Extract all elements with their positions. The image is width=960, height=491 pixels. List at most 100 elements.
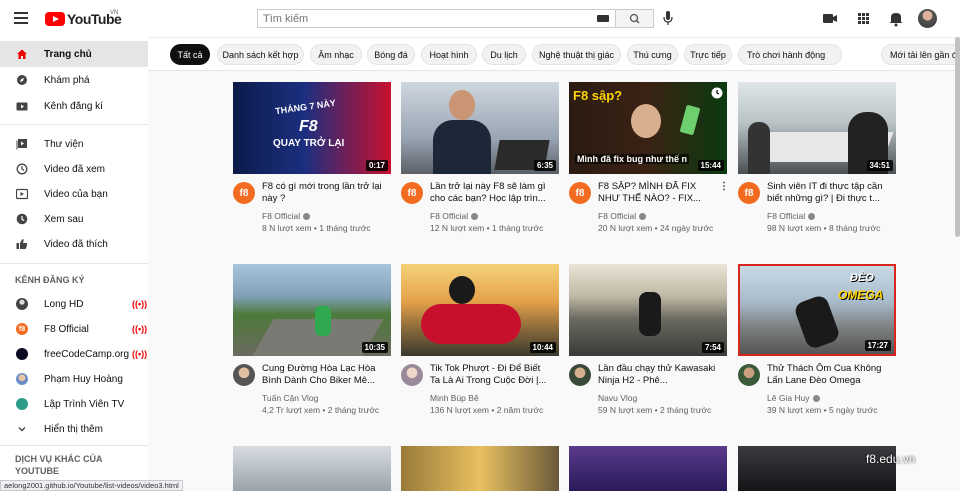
sidebar-item-label: Video đã xem xyxy=(44,163,105,175)
channel-name[interactable]: Lê Gia Huy xyxy=(767,393,820,403)
channel-name-text: F8 Official xyxy=(598,211,637,221)
channel-name[interactable]: Navu Vlog xyxy=(598,393,637,403)
sidebar-sub-pham-huy-hoang[interactable]: Phạm Huy Hoàng xyxy=(0,366,148,392)
chip-visual-arts[interactable]: Nghệ thuật thị giác xyxy=(532,44,621,65)
live-icon: ((•)) xyxy=(132,324,148,334)
chip-travel[interactable]: Du lịch xyxy=(482,44,526,65)
f8-avatar[interactable]: f8 xyxy=(233,182,255,204)
video-title[interactable]: Sinh viên IT đi thực tập cần biết những … xyxy=(767,181,887,205)
chip-football[interactable]: Bóng đá xyxy=(367,44,415,65)
channel-name[interactable]: F8 Official xyxy=(767,211,816,221)
upload-age: 2 năm trước xyxy=(496,405,544,415)
sidebar-item-history[interactable]: Video đã xem xyxy=(0,156,148,182)
video-thumbnail[interactable]: F8 sập? Mình đã fix bug như thế n 15:44 xyxy=(569,82,727,174)
video-thumbnail[interactable]: 6:35 xyxy=(401,82,559,174)
thumbnail-person xyxy=(449,276,475,304)
search-button[interactable] xyxy=(616,9,654,28)
sidebar-item-subscriptions[interactable]: Kênh đăng kí xyxy=(0,93,148,119)
chip-live[interactable]: Trực tiếp xyxy=(684,44,732,65)
channel-name[interactable]: F8 Official xyxy=(430,211,479,221)
sidebar-item-your-videos[interactable]: Video của bạn xyxy=(0,181,148,207)
video-thumbnail[interactable]: THÁNG 7 NÀY F8 QUAY TRỞ LẠI 0:17 xyxy=(233,82,391,174)
scrollbar[interactable] xyxy=(955,37,960,237)
sidebar-item-label: F8 Official xyxy=(44,323,89,335)
video-thumbnail[interactable]: ĐÈO OMEGA 17:27 xyxy=(738,264,896,356)
sidebar-item-explore[interactable]: Khám phá xyxy=(0,67,148,93)
channel-avatar[interactable] xyxy=(401,364,423,386)
keyboard-icon[interactable] xyxy=(597,15,609,22)
sidebar-item-library[interactable]: Thư viện xyxy=(0,131,148,157)
notifications-icon[interactable] xyxy=(889,13,903,27)
search-input[interactable] xyxy=(258,10,597,27)
video-duration: 0:17 xyxy=(365,160,388,171)
create-video-icon[interactable] xyxy=(823,14,837,23)
video-thumbnail[interactable]: 7:54 xyxy=(569,264,727,356)
video-thumbnail[interactable]: 10:44 xyxy=(401,264,559,356)
upload-age: 1 tháng trước xyxy=(491,223,544,233)
verified-icon xyxy=(639,213,647,220)
video-title[interactable]: F8 SẬP? MÌNH ĐÃ FIX NHƯ THẾ NÀO? - FIX..… xyxy=(598,181,718,205)
sidebar-item-home[interactable]: Trang chủ xyxy=(0,41,148,67)
sidebar-sub-freecodecamp[interactable]: freeCodeCamp.org ((•)) xyxy=(0,341,148,367)
sidebar-item-label: freeCodeCamp.org xyxy=(44,348,130,360)
video-title[interactable]: Lần đầu chạy thử Kawasaki Ninja H2 - Phê… xyxy=(598,363,718,387)
f8-avatar[interactable]: f8 xyxy=(401,182,423,204)
channel-name-text: Navu Vlog xyxy=(598,393,638,403)
chip-pets[interactable]: Thú cưng xyxy=(627,44,678,65)
apps-icon[interactable] xyxy=(858,13,869,24)
view-count: 136 N lượt xem xyxy=(430,405,489,415)
search-box[interactable] xyxy=(257,9,616,28)
video-thumbnail[interactable] xyxy=(233,446,391,491)
video-title[interactable]: Thử Thách Ôm Cua Không Lấn Lane Đèo Omeg… xyxy=(767,363,887,387)
channel-name[interactable]: Tuấn Cận Vlog xyxy=(262,393,318,403)
more-options-icon[interactable]: ⋮ xyxy=(719,181,729,192)
sidebar-sub-lap-trinh-vien-tv[interactable]: Lập Trình Viên TV xyxy=(0,391,148,417)
chip-animation[interactable]: Hoạt hình xyxy=(421,44,477,65)
menu-icon[interactable] xyxy=(14,12,28,24)
channel-avatar[interactable] xyxy=(569,364,591,386)
sidebar-item-label: Phạm Huy Hoàng xyxy=(44,373,123,385)
channel-name[interactable]: F8 Official xyxy=(262,211,311,221)
subscriptions-heading: KÊNH ĐĂNG KÝ xyxy=(15,275,85,285)
account-avatar[interactable] xyxy=(918,9,937,28)
view-count: 20 N lượt xem xyxy=(598,223,653,233)
sidebar-item-liked[interactable]: Video đã thích xyxy=(0,231,148,257)
sidebar-item-label: Kênh đăng kí xyxy=(44,100,103,112)
more-services-heading: DỊCH VỤ KHÁC CỦA YOUTUBE xyxy=(15,454,103,476)
chip-mix[interactable]: Danh sách kết hợp xyxy=(217,44,304,65)
f8-avatar[interactable]: f8 xyxy=(738,182,760,204)
sidebar-sub-f8-official[interactable]: f8 F8 Official ((•)) xyxy=(0,316,148,342)
video-meta: 98 N lượt xem • 8 tháng trước xyxy=(767,223,881,233)
channel-name[interactable]: F8 Official xyxy=(598,211,647,221)
sidebar-sub-long-hd[interactable]: Long HD ((•)) xyxy=(0,291,148,317)
video-title[interactable]: Tik Tok Phượt - Đi Để Biết Ta Là Ai Tron… xyxy=(430,363,550,387)
f8-avatar[interactable]: f8 xyxy=(569,182,591,204)
chip-music[interactable]: Âm nhạc xyxy=(310,44,362,65)
view-count: 8 N lượt xem xyxy=(262,223,312,233)
video-thumbnail[interactable]: 10:35 xyxy=(233,264,391,356)
show-more-button[interactable]: Hiển thị thêm xyxy=(0,416,148,442)
channel-name[interactable]: Minh Búp Bê xyxy=(430,393,479,403)
video-title[interactable]: Lần trở lại này F8 sẽ làm gì cho các bạn… xyxy=(430,181,550,205)
verified-icon xyxy=(808,213,816,220)
thumbnail-text: OMEGA xyxy=(838,288,884,302)
channel-name-text: F8 Official xyxy=(262,211,301,221)
thumbnail-bike xyxy=(639,292,661,336)
video-thumbnail[interactable] xyxy=(401,446,559,491)
sidebar-item-watch-later[interactable]: Xem sau xyxy=(0,206,148,232)
mic-icon[interactable] xyxy=(663,11,673,26)
chip-all[interactable]: Tất cả xyxy=(170,44,210,65)
channel-avatar[interactable] xyxy=(233,364,255,386)
thumbnail-person xyxy=(631,104,661,138)
video-title[interactable]: Cung Đường Hòa Lạc Hòa Bình Dành Cho Bik… xyxy=(262,363,382,387)
chip-action-games[interactable]: Trò chơi hành động xyxy=(738,44,842,65)
video-thumbnail[interactable] xyxy=(569,446,727,491)
channel-avatar[interactable] xyxy=(738,364,760,386)
channel-name-text: F8 Official xyxy=(430,211,469,221)
video-thumbnail[interactable]: 34:51 xyxy=(738,82,896,174)
chip-recently-uploaded[interactable]: Mới tải lên gần đây xyxy=(881,44,960,65)
video-duration: 10:35 xyxy=(361,342,388,353)
view-count: 12 N lượt xem xyxy=(430,223,485,233)
video-title[interactable]: F8 có gì mới trong lần trở lại này ? xyxy=(262,181,382,205)
video-duration: 15:44 xyxy=(697,160,724,171)
